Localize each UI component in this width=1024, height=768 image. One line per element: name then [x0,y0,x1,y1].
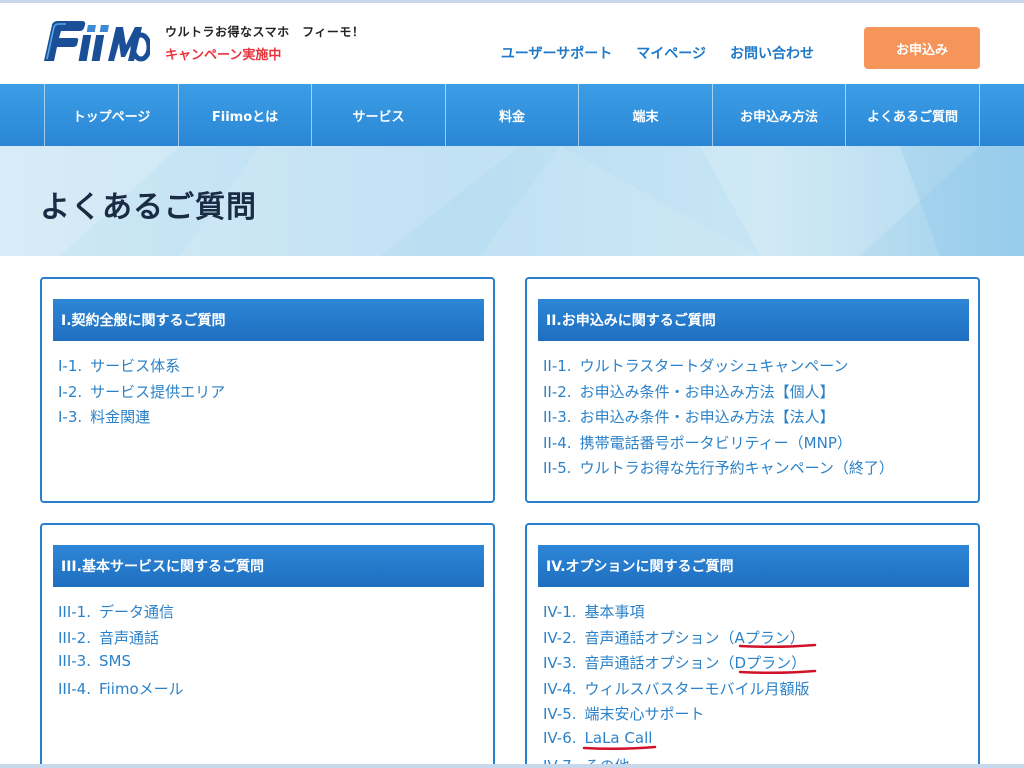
faq-label: サービス体系 [90,357,181,375]
header-links: ユーザーサポート マイページ お問い合わせ [501,43,814,63]
faq-list: I-1. サービス体系 I-2. サービス提供エリア I-3. 料金関連 [58,355,225,432]
faq-number: II-1. [543,357,572,375]
site-tagline: ウルトラお得なスマホ フィーモ！ [165,25,365,39]
faq-label: ウルトラお得な先行予約キャンペーン（終了） [579,459,894,478]
nav-item-service[interactable]: サービス [312,84,446,146]
faq-number: III-1. [58,603,91,621]
page-title: よくあるご質問 [40,190,257,225]
page-title-band: よくあるご質問 [0,146,1024,256]
faq-number: IV-1. [543,603,577,621]
faq-list: II-1. ウルトラスタートダッシュキャンペーン II-2. お申込み条件・お申込み… [543,355,894,483]
faq-label: データ通信 [99,603,175,621]
faq-link[interactable]: II-5. ウルトラお得な先行予約キャンペーン（終了） [543,457,894,483]
section-header: IV.オプションに関するご質問 [538,545,969,587]
faq-link[interactable]: IV-5. 端末安心サポート [543,703,810,729]
faq-label: 料金関連 [90,408,151,427]
faq-section-basic-service: III.基本サービスに関するご質問 III-1. データ通信 III-2. 音声通話… [40,523,495,768]
nav-item-devices[interactable]: 端末 [579,84,713,146]
nav-item-top[interactable]: トップページ [45,84,179,146]
user-support-link[interactable]: ユーザーサポート [501,43,612,63]
page-bottom-edge [0,764,1024,768]
section-header: II.お申込みに関するご質問 [538,299,969,341]
section-header: III.基本サービスに関するご質問 [53,545,484,587]
faq-label: 基本事項 [584,603,645,621]
faq-number: II-4. [543,433,572,452]
faq-label: ウィルスバスターモバイル月額版 [584,679,810,698]
annotation-underline [738,669,817,675]
faq-link[interactable]: I-1. サービス体系 [58,355,225,381]
faq-label: ウルトラスタートダッシュキャンペーン [579,357,849,375]
annotation-underline [582,745,657,751]
faq-label: 音声通話 [99,628,160,647]
faq-number: IV-4. [543,679,577,698]
faq-link[interactable]: III-3. SMS [58,652,184,678]
faq-section-application: II.お申込みに関するご質問 II-1. ウルトラスタートダッシュキャンペーン I… [525,277,980,503]
faq-link[interactable]: II-4. 携帯電話番号ポータビリティー（MNP） [543,432,894,458]
campaign-link[interactable]: キャンペーン実施中 [165,44,281,63]
faq-number: IV-2. [543,628,577,647]
faq-number: I-1. [58,357,83,375]
faq-number: I-3. [58,408,83,427]
faq-label: Fiimoメール [99,679,184,698]
faq-number: IV-3. [543,654,577,673]
nav-item-how-to-apply[interactable]: お申込み方法 [713,84,847,146]
faq-number: III-3. [58,652,91,671]
faq-label: お申込み条件・お申込み方法【個人】 [579,382,835,401]
faq-link[interactable]: II-3. お申込み条件・お申込み方法【法人】 [543,406,894,432]
faq-number: III-2. [58,628,91,647]
nav-item-about[interactable]: Fiimoとは [179,84,313,146]
contact-link[interactable]: お問い合わせ [730,43,814,63]
faq-link[interactable]: III-2. 音声通話 [58,627,184,653]
fiimo-logo[interactable] [42,19,152,63]
faq-link[interactable]: II-2. お申込み条件・お申込み方法【個人】 [543,381,894,407]
mypage-link[interactable]: マイページ [636,43,706,63]
faq-list: III-1. データ通信 III-2. 音声通話 III-3. SMS III-4. F… [58,601,184,703]
faq-link[interactable]: I-3. 料金関連 [58,406,225,432]
site-header: ウルトラお得なスマホ フィーモ！ キャンペーン実施中 ユーザーサポート マイペー… [0,0,1024,84]
faq-label: お申込み条件・お申込み方法【法人】 [579,408,835,427]
faq-link[interactable]: IV-4. ウィルスバスターモバイル月額版 [543,678,810,704]
faq-number: IV-6. [543,728,577,747]
faq-link[interactable]: I-2. サービス提供エリア [58,381,225,407]
faq-number: I-2. [58,382,83,401]
faq-link[interactable]: II-1. ウルトラスタートダッシュキャンペーン [543,355,894,381]
faq-number: II-5. [543,459,572,478]
nav-item-faq[interactable]: よくあるご質問 [846,84,980,146]
faq-number: III-4. [58,679,91,698]
faq-label: 端末安心サポート [584,705,705,724]
faq-link[interactable]: IV-1. 基本事項 [543,601,810,627]
section-header: I.契約全般に関するご質問 [53,299,484,341]
global-nav: トップページ Fiimoとは サービス 料金 端末 お申込み方法 よくあるご質問 [0,84,1024,146]
faq-number: II-2. [543,382,572,401]
faq-number: IV-5. [543,705,577,724]
faq-link[interactable]: III-4. Fiimoメール [58,678,184,704]
faq-list: IV-1. 基本事項 IV-2. 音声通話オプション（Aプラン） IV-3. 音声通話… [543,601,810,768]
faq-label: サービス提供エリア [90,382,226,401]
nav-item-price[interactable]: 料金 [446,84,580,146]
faq-section-contract: I.契約全般に関するご質問 I-1. サービス体系 I-2. サービス提供エリア I… [40,277,495,503]
annotation-underline [738,643,817,649]
faq-label: 携帯電話番号ポータビリティー（MNP） [579,433,852,452]
faq-number: II-3. [543,408,572,427]
faq-link[interactable]: III-1. データ通信 [58,601,184,627]
apply-button[interactable]: お申込み [864,27,980,69]
faq-label: SMS [99,652,131,671]
